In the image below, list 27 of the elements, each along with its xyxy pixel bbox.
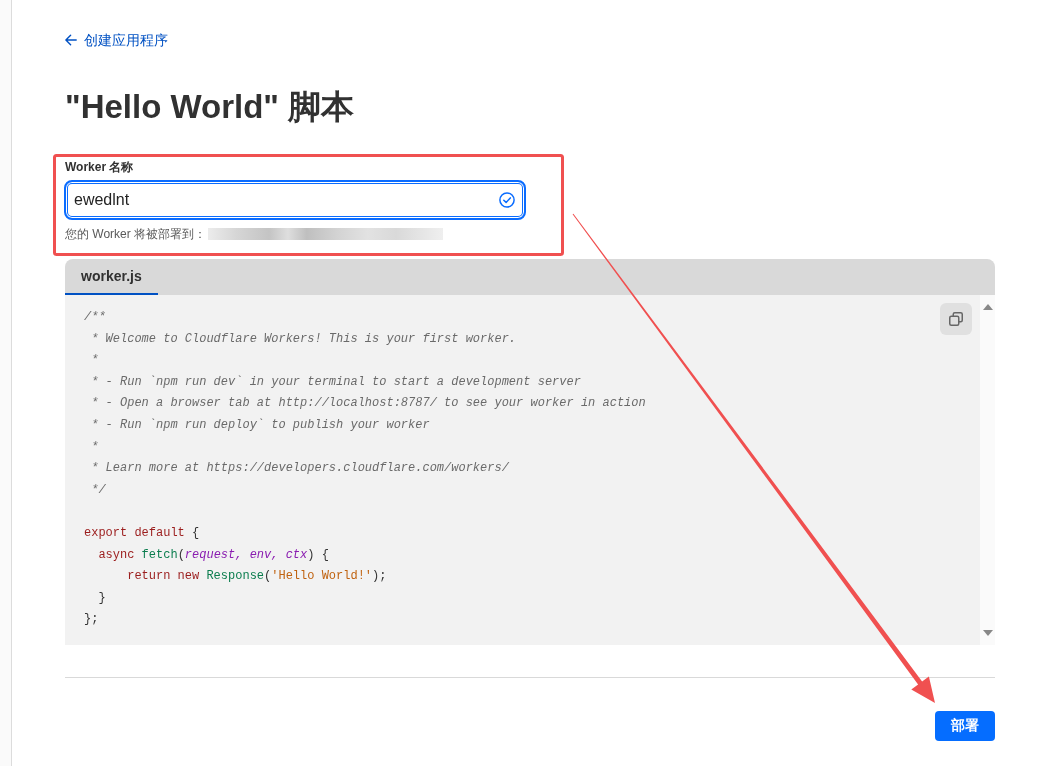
code-line: * - Run `npm run dev` in your terminal to start a development server <box>90 373 581 391</box>
code-line: async fetch(request, env, ctx) { <box>97 546 329 564</box>
code-line: export default { <box>84 524 200 542</box>
code-line: }; <box>84 611 99 629</box>
code-line: /** <box>84 309 106 326</box>
code-line: */ <box>90 481 106 499</box>
copy-button[interactable] <box>940 303 972 335</box>
arrow-left-icon <box>65 34 77 46</box>
deploy-hint-text: 您的 Worker 将被部署到： <box>65 226 207 242</box>
code-area[interactable] <box>65 295 980 645</box>
field-label: Worker 名称 <box>65 159 135 175</box>
deploy-button[interactable]: 部署 <box>935 711 995 741</box>
back-link[interactable]: 创建应用程序 <box>65 30 168 50</box>
code-line: * Learn more at https://developers.cloudflare.com/workers/ <box>90 460 509 478</box>
code-line: return new Response('Hello World!'); <box>126 568 387 586</box>
code-line: * - Run `npm run deploy` to publish your worker <box>90 416 430 434</box>
worker-name-input[interactable]: ewedlnt <box>64 180 526 220</box>
code-line: * <box>90 438 99 456</box>
copy-icon <box>949 312 963 326</box>
page-title: "Hello World" 脚本 <box>65 87 355 127</box>
code-line: } <box>97 589 106 607</box>
scrollbar-track[interactable] <box>980 295 995 645</box>
scroll-down-icon[interactable] <box>982 630 993 636</box>
scroll-up-icon[interactable] <box>982 304 993 310</box>
code-line: * - Open a browser tab at http://localhost:8787/ to see your worker in action <box>90 395 646 413</box>
code-line: * <box>90 352 99 370</box>
code-line: * Welcome to Cloudflare Workers! This is your first worker. <box>90 330 517 348</box>
